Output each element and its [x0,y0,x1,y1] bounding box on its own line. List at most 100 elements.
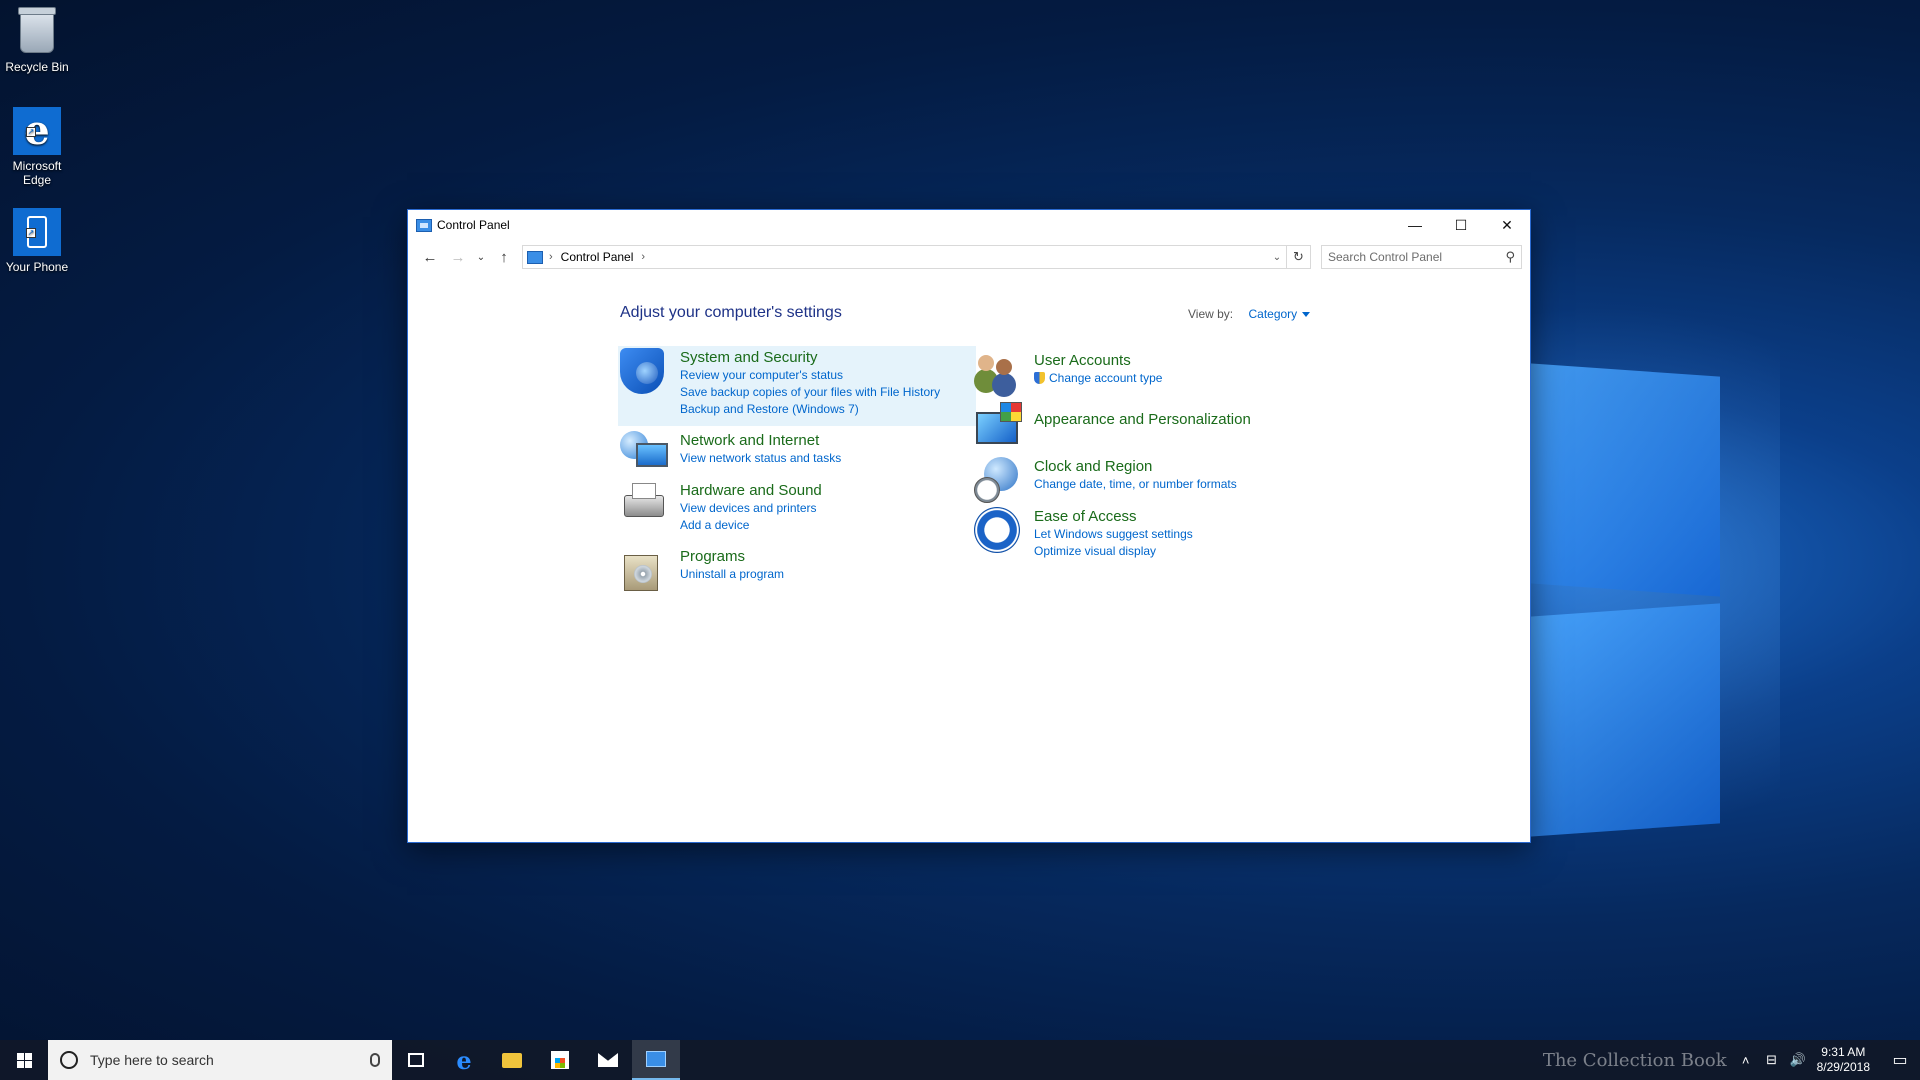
main-content: Adjust your computer's settings View by:… [408,274,1530,842]
view-by-label: View by: [1188,307,1234,321]
category-name[interactable]: User Accounts [1034,351,1162,370]
desktop-icon-recycle-bin[interactable]: Recycle Bin [0,7,74,74]
refresh-button[interactable]: ↻ [1286,246,1310,268]
control-panel-icon [416,218,432,232]
taskbar-edge[interactable]: e [440,1040,488,1080]
category-name[interactable]: System and Security [680,348,940,367]
watermark-text: The Collection Book [1542,1049,1727,1071]
wallpaper-windows-logo [1500,363,1720,837]
category-name[interactable]: Hardware and Sound [680,481,822,500]
edge-icon: e ↗ [13,107,61,155]
category-user-accounts[interactable]: User Accounts Change account type [974,351,1162,399]
windows-icon [16,1052,32,1068]
recent-locations-button[interactable]: ⌄ [472,243,490,271]
cortana-icon [60,1051,78,1069]
view-by-dropdown[interactable]: Category [1248,307,1311,321]
store-icon [551,1051,569,1069]
printer-icon [620,481,668,529]
category-link[interactable]: View devices and printers [680,500,822,517]
breadcrumb-separator[interactable]: › [549,251,553,263]
category-link[interactable]: Change account type [1034,370,1162,387]
desktop-icon-label: Your Phone [5,260,69,274]
clock-icon [974,457,1022,505]
system-tray: The Collection Book ˄ ⊟ 🔊 9:31 AM 8/29/2… [1543,1040,1920,1080]
edge-icon: e [456,1045,472,1075]
network-icon[interactable]: ⊟ [1759,1052,1785,1068]
category-name[interactable]: Network and Internet [680,431,841,450]
minimize-button[interactable]: — [1392,210,1438,240]
task-view-button[interactable] [392,1040,440,1080]
view-by: View by: Category [1188,307,1311,321]
category-name[interactable]: Ease of Access [1034,507,1193,526]
category-link[interactable]: View network status and tasks [680,450,841,467]
taskbar: Type here to search e The Collection Boo… [0,1040,1920,1080]
category-link[interactable]: Let Windows suggest settings [1034,526,1193,543]
search-icon: ⚲ [1505,249,1515,264]
network-icon [620,431,668,479]
control-panel-window: Control Panel — ☐ ✕ ← → ⌄ ↑ › Control Pa… [407,209,1531,843]
recycle-bin-icon [13,7,61,56]
address-bar[interactable]: › Control Panel › ⌄ ↻ [522,245,1311,269]
search-input[interactable] [1328,250,1506,264]
appearance-icon [974,402,1022,450]
task-view-icon [408,1053,424,1067]
view-by-value: Category [1248,307,1298,321]
window-title: Control Panel [437,218,510,232]
address-dropdown-button[interactable]: ⌄ [1268,252,1286,263]
category-network-and-internet[interactable]: Network and Internet View network status… [620,431,841,479]
back-button[interactable]: ← [416,243,444,271]
category-name[interactable]: Appearance and Personalization [1034,410,1251,429]
clock-time: 9:31 AM [1821,1045,1866,1059]
category-ease-of-access[interactable]: Ease of Access Let Windows suggest setti… [974,507,1193,560]
category-link[interactable]: Save backup copies of your files with Fi… [680,384,940,401]
taskbar-store[interactable] [536,1040,584,1080]
taskbar-search-placeholder: Type here to search [90,1052,214,1068]
control-panel-icon [646,1051,666,1067]
search-box[interactable]: ⚲ [1321,245,1522,269]
breadcrumb-separator[interactable]: › [641,251,645,263]
mail-icon [598,1053,618,1067]
close-button[interactable]: ✕ [1484,210,1530,240]
desktop-icon-label: Recycle Bin [5,60,69,74]
forward-button[interactable]: → [444,243,472,271]
clock-date: 8/29/2018 [1816,1060,1870,1074]
taskbar-mail[interactable] [584,1040,632,1080]
chevron-up-icon[interactable]: ˄ [1733,1053,1759,1068]
category-programs[interactable]: Programs Uninstall a program [620,547,784,595]
category-system-and-security[interactable]: System and Security Review your computer… [618,346,976,426]
volume-icon[interactable]: 🔊 [1785,1052,1811,1068]
page-title: Adjust your computer's settings [620,304,842,321]
taskbar-control-panel[interactable] [632,1040,680,1080]
shield-icon [620,348,668,396]
category-name[interactable]: Clock and Region [1034,457,1237,476]
category-hardware-and-sound[interactable]: Hardware and Sound View devices and prin… [620,481,822,534]
users-icon [974,351,1022,399]
programs-icon [620,547,668,595]
category-link[interactable]: Backup and Restore (Windows 7) [680,401,940,418]
chevron-down-icon [1302,312,1311,318]
breadcrumb-control-panel[interactable]: Control Panel [561,250,634,264]
desktop-icon-label: Microsoft Edge [12,159,62,187]
microphone-icon[interactable] [370,1053,380,1067]
desktop-icon-edge[interactable]: e ↗ Microsoft Edge [0,107,74,187]
address-toolbar: ← → ⌄ ↑ › Control Panel › ⌄ ↻ ⚲ [408,240,1530,274]
title-bar[interactable]: Control Panel — ☐ ✕ [408,210,1530,240]
phone-icon: ↗ [13,208,61,256]
taskbar-search-box[interactable]: Type here to search [48,1040,392,1080]
ease-of-access-icon [974,507,1022,555]
category-link[interactable]: Add a device [680,517,822,534]
category-link[interactable]: Uninstall a program [680,566,784,583]
notification-icon[interactable]: ▭ [1880,1050,1920,1070]
category-link[interactable]: Review your computer's status [680,367,940,384]
clock[interactable]: 9:31 AM 8/29/2018 [1817,1045,1870,1075]
category-name[interactable]: Programs [680,547,784,566]
category-link[interactable]: Change date, time, or number formats [1034,476,1237,493]
up-button[interactable]: ↑ [490,243,518,271]
category-link[interactable]: Optimize visual display [1034,543,1193,560]
category-clock-and-region[interactable]: Clock and Region Change date, time, or n… [974,457,1237,505]
category-appearance-and-personalization[interactable]: Appearance and Personalization [974,402,1251,450]
desktop-icon-your-phone[interactable]: ↗ Your Phone [0,208,74,274]
start-button[interactable] [0,1040,48,1080]
maximize-button[interactable]: ☐ [1438,210,1484,240]
taskbar-file-explorer[interactable] [488,1040,536,1080]
